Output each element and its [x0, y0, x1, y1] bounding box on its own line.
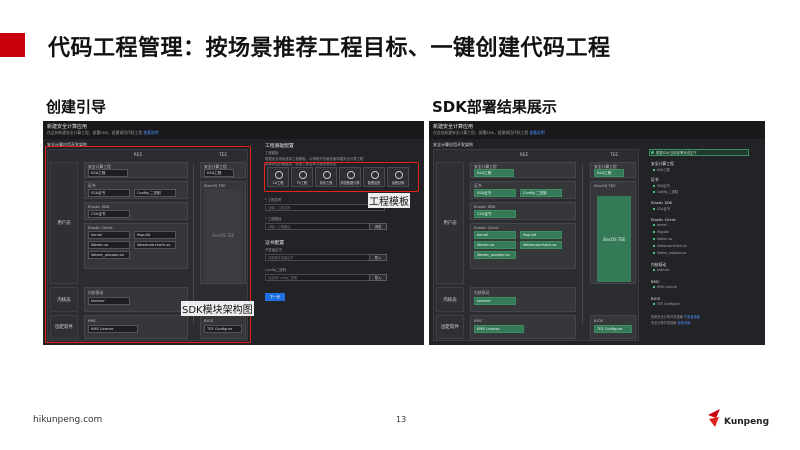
project-name-input[interactable]: 请输入工程名称 — [265, 204, 385, 211]
browse-button[interactable]: 浏览 — [369, 223, 387, 230]
config-bin-input[interactable]: 请选择Config二进制 — [265, 274, 385, 281]
page-number: 13 — [396, 415, 407, 424]
template-annotation: 工程模板 — [368, 193, 410, 208]
app-header: 新建安全计算应用 在此处新建安全计算工程，部署SDK，组建调用代码工程 查看说明 — [43, 121, 424, 139]
footer-url: hikunpeng.com — [33, 415, 103, 425]
guide-link-2: 安全计算开发指南 查看详细 — [651, 321, 691, 325]
brand-name: Kunpeng — [724, 417, 770, 427]
left-section-title: 创建引导 — [46, 98, 107, 116]
right-section-title: SDK部署结果展示 — [432, 98, 557, 116]
result-arch-diagram: REE TEE 用户态 内核态 固定软件 安全计算工程 KSA工程 证书 SSA… — [433, 149, 639, 341]
slide-title: 代码工程管理：按场景推荐工程目标、一键创建代码工程 — [48, 36, 611, 61]
success-icon — [651, 151, 654, 154]
next-button[interactable]: 下一步 — [265, 293, 285, 301]
result-bmc: BMC — [651, 279, 660, 284]
result-help-link[interactable]: 查看说明 — [529, 130, 544, 135]
tee-os-deployed: iSecOS TEE — [597, 196, 631, 282]
dev-cert-input[interactable]: 请选择开发者证书 — [265, 254, 385, 261]
config-title: 工程基础配置 — [265, 144, 294, 149]
import-cert-button[interactable]: 导入 — [369, 254, 387, 261]
app-subtitle: 在此处新建安全计算工程，部署SDK，组建调用代码工程 查看说明 — [47, 130, 159, 135]
sdk-arch-annotation: SDK模块架构图 — [181, 301, 254, 316]
path-label: * 工程路径 — [265, 217, 282, 221]
result-elastic: Elastic SDK — [651, 200, 673, 205]
app-title: 新建安全计算应用 — [47, 124, 88, 130]
dev-cert-label: 开发者证书 — [265, 248, 282, 252]
template-highlight — [264, 162, 419, 192]
config-subtitle: 工程模板 — [265, 151, 279, 155]
result-bios: BIOS — [651, 296, 661, 301]
result-client: Elastic Client — [651, 217, 676, 222]
project-path-input[interactable]: 请输入工程路径 — [265, 223, 385, 230]
import-config-button[interactable]: 导入 — [369, 274, 387, 281]
guide-link-1: 查看安全计算开发指南 开发者指南 — [651, 315, 700, 319]
config-bin-label: Config二进制 — [265, 268, 287, 272]
help-link[interactable]: 查看说明 — [143, 130, 158, 135]
title-accent-bar — [0, 33, 25, 57]
name-label: * 工程名称 — [265, 198, 282, 202]
result-header: 新建安全计算应用 在此处新建安全计算工程，部署SDK，组建调用代码工程 查看说明 — [429, 121, 765, 139]
cert-config-title: 证书配置 — [265, 241, 285, 246]
sdk-result-screenshot: 新建安全计算应用 在此处新建安全计算工程，部署SDK，组建调用代码工程 查看说明… — [429, 121, 765, 345]
result-banner: 根据SDK当前部署状态如下 — [649, 149, 749, 156]
